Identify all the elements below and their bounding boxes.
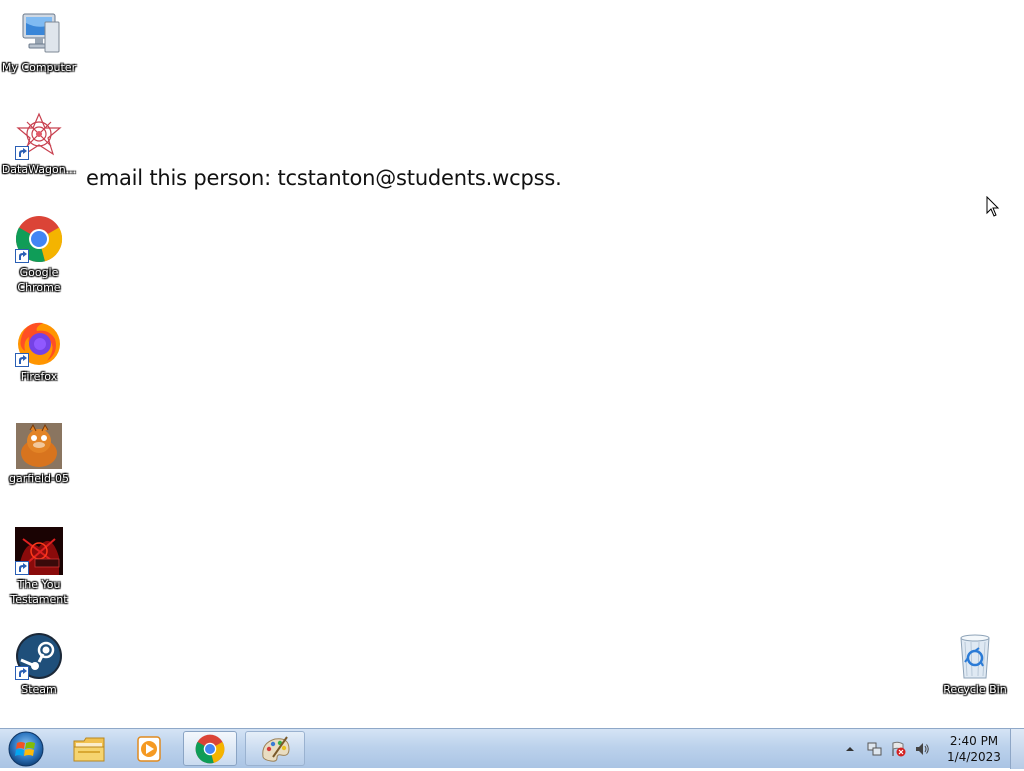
recycle-bin[interactable]: Recycle Bin [936,632,1014,697]
chrome-icon [195,734,225,763]
the-you-testament-label: The You Testament [10,578,68,606]
chrome-icon [15,215,63,263]
shortcut-arrow-icon [15,353,29,367]
taskbar-media-player[interactable] [122,731,176,766]
shortcut-arrow-icon [15,561,29,575]
action-center-flag-icon[interactable] [890,741,906,757]
my-computer-shortcut[interactable]: My Computer [0,10,78,75]
paint-icon [262,735,290,762]
show-hidden-icons-button[interactable] [845,741,861,757]
taskbar-paint[interactable] [245,731,305,766]
garfield-label: garfield-05 [9,472,69,485]
windows-logo-icon [8,731,44,767]
steam-icon [15,632,63,680]
game-icon [15,527,63,575]
volume-icon[interactable] [914,741,930,757]
google-chrome-shortcut[interactable]: Google Chrome [0,215,78,295]
image-thumbnail-icon [16,423,62,469]
taskbar-windows-explorer[interactable] [62,731,116,766]
recycle-bin-icon [951,632,999,680]
system-clock[interactable]: 2:40 PM 1/4/2023 [938,733,1010,765]
clock-date: 1/4/2023 [947,750,1001,764]
google-chrome-label: Google Chrome [17,266,61,294]
computer-icon [15,10,63,58]
garfield-file[interactable]: garfield-05 [0,423,78,486]
mouse-cursor-icon [986,195,1000,222]
steam-label: Steam [21,683,57,696]
steam-shortcut[interactable]: Steam [0,632,78,697]
firefox-shortcut[interactable]: Firefox [0,319,78,384]
taskbar-google-chrome[interactable] [183,731,237,766]
network-icon[interactable] [866,741,882,757]
folder-icon [73,737,105,761]
clock-time: 2:40 PM [949,734,999,748]
firefox-icon [15,319,63,367]
datawagon-icon [15,112,63,160]
datawagon-shortcut[interactable]: DataWagon... [0,112,78,177]
my-computer-label: My Computer [1,61,77,74]
shortcut-arrow-icon [15,666,29,680]
recycle-bin-label: Recycle Bin [943,683,1007,696]
media-player-icon [137,735,161,762]
taskbar: 2:40 PM 1/4/2023 [0,728,1024,769]
the-you-testament-shortcut[interactable]: The You Testament [0,527,78,607]
show-desktop-button[interactable] [1010,729,1024,769]
datawagon-label: DataWagon... [1,163,77,176]
firefox-label: Firefox [20,370,58,383]
start-button[interactable] [6,731,46,767]
wallpaper-email-text: email this person: tcstanton@students.wc… [86,166,562,190]
shortcut-arrow-icon [15,146,29,160]
shortcut-arrow-icon [15,249,29,263]
desktop[interactable]: My Computer DataWagon... Google Chrome F… [0,0,1024,728]
